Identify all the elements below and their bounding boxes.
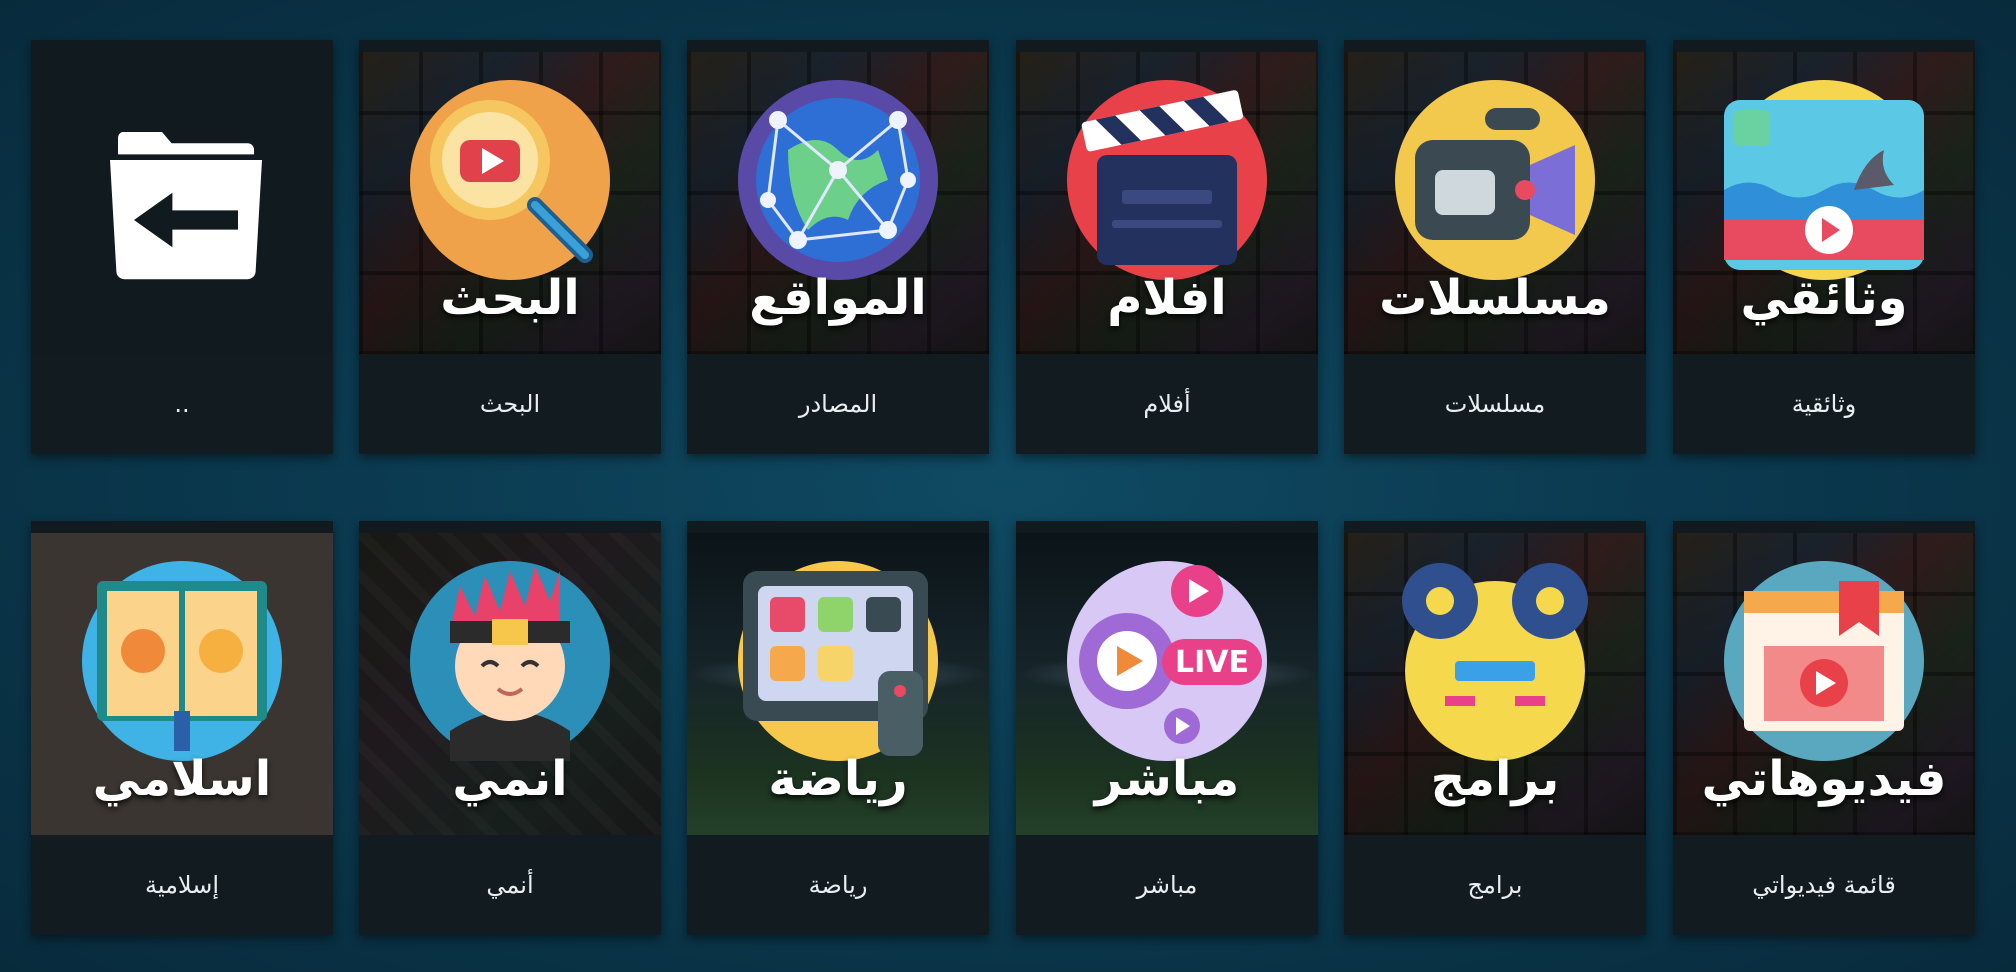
tile-label: المصادر: [687, 354, 989, 454]
film-projector-icon: [1402, 563, 1588, 761]
tile-label: رياضة: [687, 835, 989, 935]
tile-search[interactable]: البحث البحث: [359, 40, 661, 454]
tile-label: مباشر: [1016, 835, 1318, 935]
clapperboard-icon: [1067, 80, 1267, 280]
tile-title: انمي: [452, 751, 568, 807]
tile-movies[interactable]: افلام أفلام: [1016, 40, 1318, 454]
tile-programs[interactable]: برامج برامج: [1344, 521, 1646, 935]
tile-videos[interactable]: فيديوهاتي قائمة فيديواتي: [1673, 521, 1975, 935]
tile-label: قائمة فيديواتي: [1673, 835, 1975, 935]
quran-book-icon: [82, 561, 282, 761]
tile-anime[interactable]: انمي أنمي: [359, 521, 661, 935]
tile-title: افلام: [1107, 270, 1227, 326]
tile-title: رياضة: [768, 751, 908, 807]
tile-title: المواقع: [749, 270, 927, 326]
tile-documentary[interactable]: وثائقي وثائقية: [1673, 40, 1975, 454]
tile-title: فيديوهاتي: [1701, 751, 1947, 807]
tile-label: البحث: [359, 354, 661, 454]
tile-islamic[interactable]: اسلامي إسلامية: [31, 521, 333, 935]
youtube-search-icon: [410, 80, 610, 280]
tile-title: وثائقي: [1740, 270, 1908, 326]
tile-title: مسلسلات: [1379, 270, 1611, 326]
tile-series[interactable]: مسلسلات مسلسلات: [1344, 40, 1646, 454]
tile-label: مسلسلات: [1344, 354, 1646, 454]
tile-back[interactable]: ..: [31, 40, 333, 454]
tile-sites[interactable]: المواقع المصادر: [687, 40, 989, 454]
tile-live[interactable]: LIVE مباشر مباشر: [1016, 521, 1318, 935]
anime-character-icon: [410, 561, 610, 761]
nature-video-icon: [1724, 80, 1924, 280]
tile-label: إسلامية: [31, 835, 333, 935]
tile-label: أنمي: [359, 835, 661, 935]
sports-tv-icon: [738, 561, 938, 761]
svg-text:LIVE: LIVE: [1175, 645, 1249, 680]
tile-title: البحث: [440, 270, 580, 326]
tile-title: اسلامي: [92, 751, 272, 807]
globe-network-icon: [738, 80, 938, 280]
tile-title: برامج: [1430, 751, 1560, 807]
folder-back-icon: [110, 132, 262, 280]
tile-label: ..: [31, 354, 333, 454]
live-stream-icon: LIVE: [1067, 561, 1267, 761]
tile-label: وثائقية: [1673, 354, 1975, 454]
video-bookmark-icon: [1724, 561, 1924, 761]
tile-label: أفلام: [1016, 354, 1318, 454]
tile-sports[interactable]: رياضة رياضة: [687, 521, 989, 935]
tile-label: برامج: [1344, 835, 1646, 935]
tile-title: مباشر: [1094, 751, 1240, 807]
video-camera-icon: [1395, 80, 1595, 280]
